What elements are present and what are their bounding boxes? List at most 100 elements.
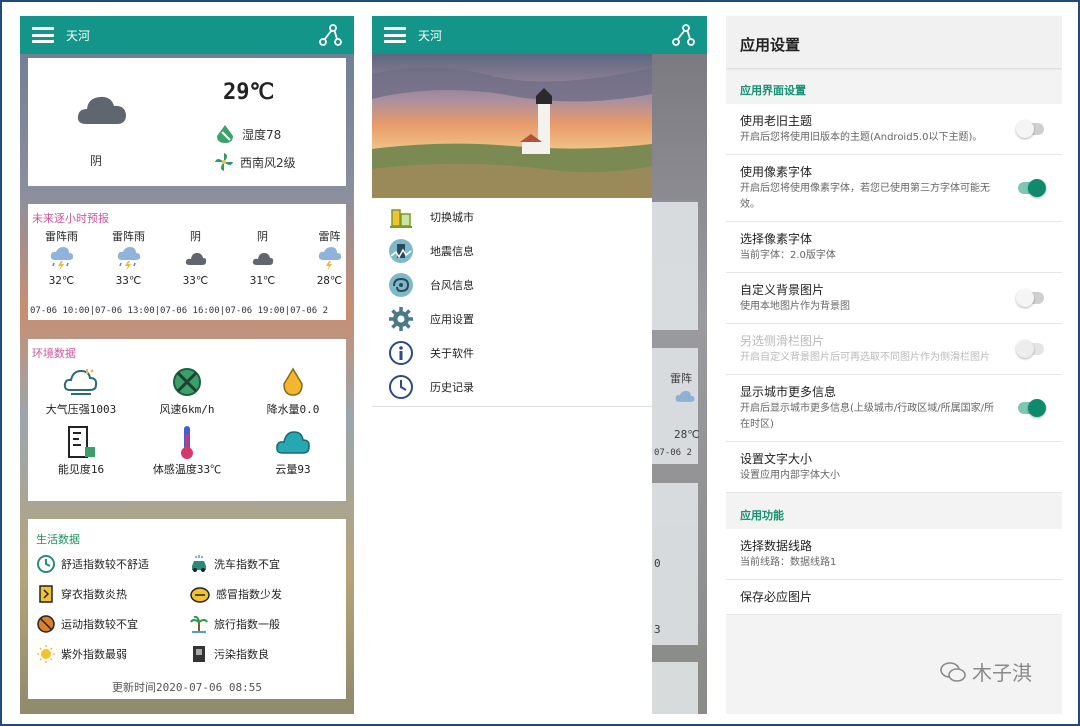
thunder-rain-icon (318, 247, 341, 271)
behind-hourly-card: 雷阵 28℃ 07-06 2 (652, 348, 700, 464)
behind-card (652, 202, 698, 330)
setting-custom-background[interactable]: 自定义背景图片 使用本地图片作为背景图 (726, 273, 1062, 324)
hourly-item: 雷阵雨 32℃ (45, 230, 78, 287)
divider (372, 406, 652, 407)
menu-switch-city[interactable]: 切换城市 (372, 200, 652, 234)
current-temperature: 29℃ (223, 80, 275, 105)
comfort-clock-icon (37, 555, 55, 573)
info-icon (389, 341, 413, 365)
drawer-header-image (372, 54, 652, 198)
thermometer-icon (181, 426, 193, 459)
cloud-icon (252, 253, 273, 265)
humidity-row: 湿度78 (214, 124, 281, 144)
city-more-info-toggle[interactable] (1018, 399, 1046, 417)
city-icon (390, 209, 412, 228)
old-theme-toggle[interactable] (1016, 120, 1044, 138)
screenshot-frame: 天河 阴 29℃ 湿度78 西南风2级 未来逐小时预报 雷阵雨 32℃ 雷阵雨 … (0, 0, 1080, 726)
travel-palm-icon (190, 615, 208, 633)
settings-category-ui: 应用界面设置 (740, 84, 806, 97)
drawer-screen: 雷阵 28℃ 07-06 2 0 3 天河 切换城市 地震信息 台风信息 应用设… (372, 16, 707, 714)
thunder-rain-icon (117, 247, 140, 271)
thunder-rain-icon (675, 390, 695, 402)
cloud-icon (77, 96, 126, 124)
pixel-font-toggle[interactable] (1018, 179, 1046, 197)
hourly-title: 未来逐小时预报 (32, 212, 109, 225)
custom-background-toggle[interactable] (1016, 289, 1044, 307)
history-clock-icon (389, 375, 413, 399)
current-weather-card: 阴 29℃ 湿度78 西南风2级 (28, 58, 346, 186)
menu-icon[interactable] (384, 27, 406, 43)
sport-ball-icon (37, 615, 55, 633)
hourly-item: 阴 33℃ (182, 230, 209, 287)
weather-main-screen: 天河 阴 29℃ 湿度78 西南风2级 未来逐小时预报 雷阵雨 32℃ 雷阵雨 … (20, 16, 354, 714)
visibility-chart-icon (68, 426, 95, 458)
hourly-list[interactable]: 雷阵雨 32℃ 雷阵雨 33℃ 阴 33℃ 阴 31℃ 雷阵 28℃ (28, 228, 346, 287)
env-title: 环境数据 (32, 347, 76, 360)
wind-row: 西南风2级 (214, 152, 296, 172)
earthquake-icon (389, 239, 413, 263)
navigation-drawer: 切换城市 地震信息 台风信息 应用设置 关于软件 历史记录 (372, 54, 652, 714)
setting-old-theme[interactable]: 使用老旧主题 开启后您将使用旧版本的主题(Android5.0以下主题)。 (726, 104, 1062, 155)
env-precipitation: 降水量0.0 (240, 363, 346, 417)
setting-drawer-image: 另选侧滑栏图片 开启自定义背景图片后可再选取不同图片作为侧滑栏图片 (726, 324, 1062, 375)
menu-about[interactable]: 关于软件 (372, 336, 652, 370)
city-title: 天河 (66, 28, 91, 43)
clothing-icon (39, 585, 53, 603)
behind-env-card: 0 3 (652, 483, 698, 645)
setting-choose-pixel-font[interactable]: 选择像素字体 当前字体：2.0版字体 (726, 222, 1062, 273)
hourly-item: 雷阵雨 33℃ (112, 230, 145, 287)
setting-text-size[interactable]: 设置文字大小 设置应用内部字体大小 (726, 442, 1062, 493)
env-feels-like: 体感温度33℃ (134, 423, 240, 477)
share-icon[interactable] (671, 23, 695, 47)
raindrop-icon (283, 367, 303, 396)
menu-settings[interactable]: 应用设置 (372, 302, 652, 336)
life-comfort: 舒适指数较不舒适 (36, 553, 189, 575)
cloud-icon (185, 253, 206, 265)
wechat-icon (940, 661, 966, 682)
life-travel: 旅行指数一般 (189, 613, 342, 635)
setting-city-more-info[interactable]: 显示城市更多信息 开启后显示城市更多信息(上级城市/行政区域/所属国家/所在时区… (726, 375, 1062, 442)
share-icon[interactable] (318, 23, 342, 47)
watermark: 木子淇 (940, 657, 1032, 686)
life-clothing: 穿衣指数炎热 (36, 583, 189, 605)
env-cloud-cover: 云量93 (240, 423, 346, 477)
menu-typhoon[interactable]: 台风信息 (372, 268, 652, 302)
cold-pill-icon (190, 587, 210, 603)
env-pressure: 大气压强1003 (28, 363, 134, 417)
settings-category-function: 应用功能 (740, 509, 784, 522)
city-title: 天河 (418, 28, 443, 43)
lighthouse-image (372, 54, 652, 198)
current-condition: 阴 (90, 154, 103, 168)
env-wind-speed: 风速6km/h (134, 363, 240, 417)
wind-fan-icon (215, 153, 233, 171)
setting-save-bing-image[interactable]: 保存必应图片 (726, 580, 1062, 615)
life-pollution: 污染指数良 (189, 643, 342, 665)
sun-icon (37, 645, 55, 663)
life-car-wash: 洗车指数不宜 (189, 553, 342, 575)
settings-title: 应用设置 (726, 16, 1062, 68)
app-bar: 天河 (372, 16, 707, 54)
fan-icon (173, 368, 201, 396)
settings-screen: 应用设置 应用界面设置 使用老旧主题 开启后您将使用旧版本的主题(Android… (726, 16, 1062, 714)
menu-icon[interactable] (32, 27, 54, 43)
behind-life-card (652, 662, 698, 714)
menu-history[interactable]: 历史记录 (372, 370, 652, 404)
life-cold: 感冒指数少发 (189, 583, 342, 605)
hourly-item: 阴 31℃ (249, 230, 276, 287)
app-bar: 天河 (20, 16, 354, 54)
pressure-cloud-icon (63, 369, 98, 395)
update-time: 更新时间2020-07-06 08:55 (112, 681, 262, 694)
life-uv: 紫外指数最弱 (36, 643, 189, 665)
life-title: 生活数据 (36, 533, 80, 546)
typhoon-icon (389, 273, 413, 297)
setting-data-route[interactable]: 选择数据线路 当前线路：数据线路1 (726, 529, 1062, 580)
thunder-rain-icon (50, 247, 73, 271)
hourly-item: 雷阵 28℃ (316, 230, 343, 287)
env-visibility: 能见度16 (28, 423, 134, 477)
setting-pixel-font[interactable]: 使用像素字体 开启后您将使用像素字体，若您已使用第三方字体可能无效。 (726, 155, 1062, 222)
humidity-icon (217, 125, 233, 143)
menu-earthquake[interactable]: 地震信息 (372, 234, 652, 268)
life-index-card: 生活数据 舒适指数较不舒适 洗车指数不宜 穿衣指数炎热 感冒指数少发 运动指数较… (28, 519, 346, 699)
cloud-cover-icon (276, 431, 310, 454)
settings-gear-icon (389, 307, 413, 331)
